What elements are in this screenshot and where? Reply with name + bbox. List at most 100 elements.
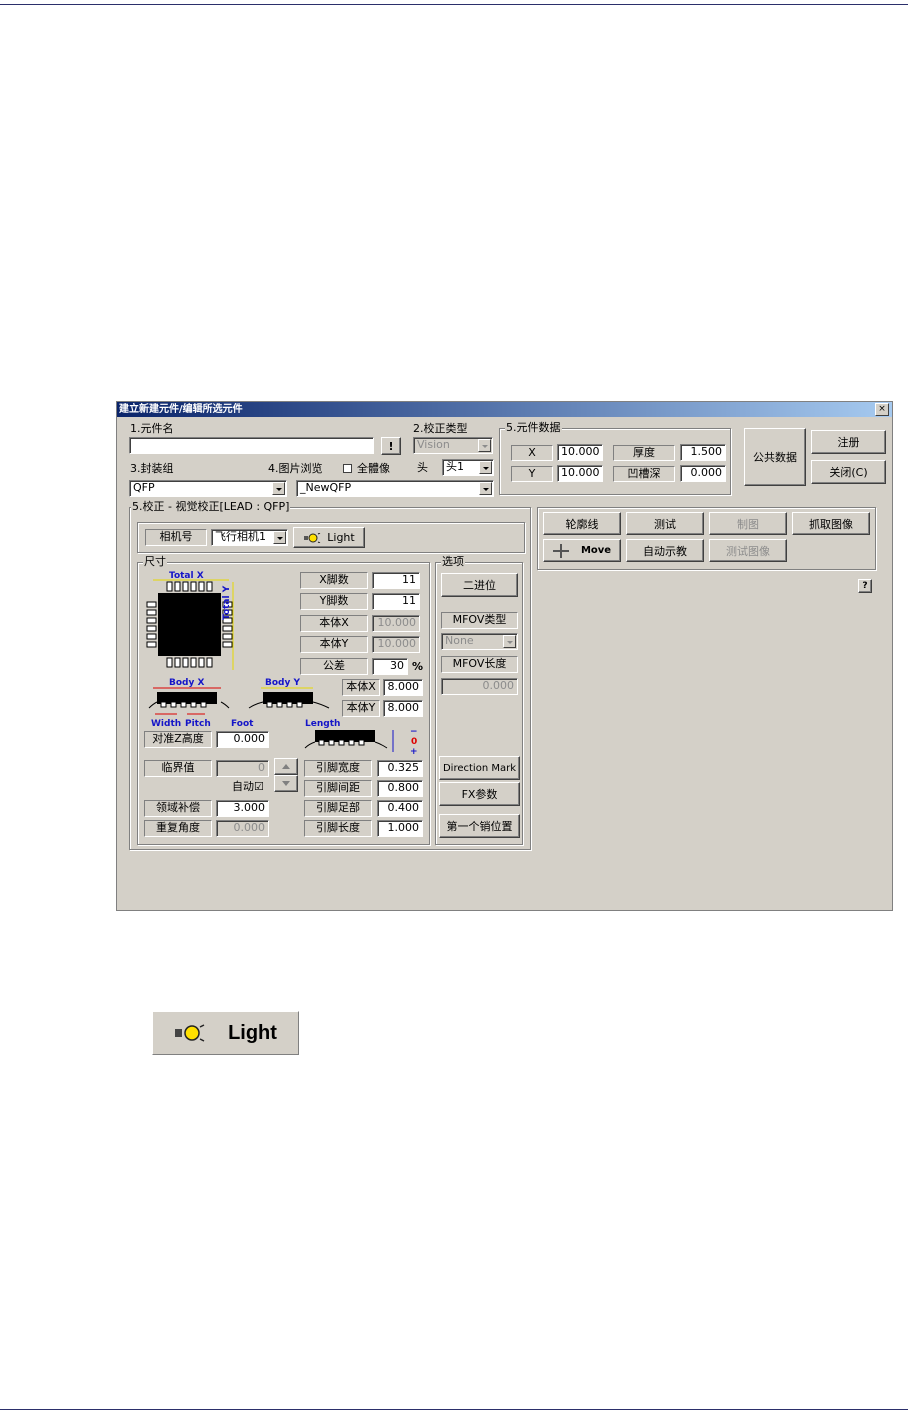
area-comp-label: 领域补偿 [144,800,212,817]
browse-button[interactable]: ! [381,437,401,455]
groove-depth-label: 凹槽深 [613,466,675,482]
mfov-type-select: None [441,633,518,650]
head-select[interactable]: 头1 [442,459,494,476]
tolerance-label: 公差 [300,658,368,675]
calib-type-select: Vision [413,437,493,454]
align-z-label: 对准Z高度 [144,731,212,748]
groove-depth-input[interactable]: 0.000 [680,465,726,482]
thickness-input[interactable]: 1.500 [680,444,726,461]
test-button[interactable]: 测试 [626,512,704,535]
align-z-input[interactable]: 0.000 [216,731,269,748]
body-y2-label: 本体Y [342,700,380,717]
grab-image-button[interactable]: 抓取图像 [792,512,870,535]
lead-pitch-label: 引脚间距 [304,780,372,797]
draw-button[interactable]: 制图 [709,512,787,535]
test-image-button[interactable]: 测试图像 [709,539,787,562]
direction-mark-button[interactable]: Direction Mark [439,756,520,780]
body-y-input: 10.000 [372,636,420,653]
close-icon[interactable]: × [875,403,889,416]
x-input[interactable]: 10.000 [557,444,603,461]
lead-foot-label: 引脚足部 [304,800,372,817]
auto-teach-button[interactable]: 自动示教 [626,539,704,562]
body-x-field-label: 本体X [300,615,368,632]
package-group-select[interactable]: QFP [129,480,287,497]
body-y2-input[interactable]: 8.000 [383,700,423,717]
image-select[interactable]: _NewQFP [296,480,494,497]
binarize-button[interactable]: 二进位 [441,573,518,597]
light-button[interactable]: Light [293,527,365,548]
tolerance-input[interactable]: 30 [372,658,408,675]
y-pins-label: Y脚数 [300,593,368,610]
lead-pitch-input[interactable]: 0.800 [377,780,423,797]
component-editor-window: 建立新建元件/编辑所选元件 × 1.元件名 ! 2.校正类型 Vision 3.… [116,401,893,911]
lead-length-input[interactable]: 1.000 [377,820,423,837]
image-browse-label: 4.图片浏览 [268,462,323,475]
spin-up-button[interactable] [274,758,298,775]
mfov-type-value: None [445,634,474,647]
light-sample-label: Light [228,1021,277,1044]
width-label: Width [151,719,182,729]
light-button-sample[interactable]: Light [152,1011,299,1055]
calib-type-label: 2.校正类型 [413,422,468,435]
mfov-type-label: MFOV类型 [441,612,518,629]
component-data-title: 5.元件数据 [505,421,562,434]
arrow-up-icon [282,764,290,769]
lightbulb-icon [304,532,321,543]
pitch-label: Pitch [185,719,211,729]
package-group-label: 3.封装组 [130,462,174,475]
close-button[interactable]: 关闭(C) [811,460,886,484]
chevron-down-icon[interactable] [273,531,286,544]
head-label: 头 [417,461,428,474]
fx-params-button[interactable]: FX参数 [439,782,520,806]
help-icon[interactable]: ? [858,579,872,593]
chevron-down-icon[interactable] [479,461,492,474]
first-pin-button[interactable]: 第一个销位置 [439,814,520,838]
body-y-field-label: 本体Y [300,636,368,653]
move-icon [552,543,569,558]
threshold-input: 0 [216,760,269,777]
lead-foot-input[interactable]: 0.400 [377,800,423,817]
qfp-side-view-y [248,687,330,709]
y-input[interactable]: 10.000 [557,465,603,482]
spin-down-button[interactable] [274,775,298,792]
chevron-down-icon[interactable] [272,482,285,495]
lead-length-label: 引脚长度 [304,820,372,837]
calib-type-value: Vision [417,438,450,451]
repeat-angle-label: 重复角度 [144,820,212,837]
repeat-angle-input: 0.000 [216,820,269,837]
lead-width-input[interactable]: 0.325 [377,760,423,777]
move-button[interactable]: Move [543,539,621,562]
chevron-down-icon [503,635,516,648]
y-pins-input[interactable]: 11 [372,593,420,610]
x-pins-label: X脚数 [300,572,368,589]
mfov-length-input: 0.000 [441,678,518,695]
tolerance-unit: % [412,660,424,673]
window-title: 建立新建元件/编辑所选元件 [119,404,243,415]
package-group-value: QFP [133,481,155,494]
auto-checkbox[interactable]: 自动☑ [232,780,264,793]
chevron-down-icon[interactable] [479,482,492,495]
register-button[interactable]: 注册 [811,430,886,454]
lead-width-label: 引脚宽度 [304,760,372,777]
total-y-label: Total Y [222,585,232,620]
top-rule [0,4,908,5]
calibration-title: 5.校正 - 视觉校正[LEAD : QFP] [131,500,291,513]
arrow-down-icon [282,781,290,786]
x-pins-input[interactable]: 11 [372,572,420,589]
x-label: X [511,445,553,461]
component-data-group [499,428,731,495]
light-button-label: Light [327,531,355,544]
camera-label: 相机号 [145,529,207,546]
camera-value: 飞行相机1 [215,530,266,543]
area-comp-input[interactable]: 3.000 [216,800,269,817]
component-name-input[interactable] [129,437,374,454]
common-data-button[interactable]: 公共数据 [744,428,806,486]
camera-select[interactable]: 飞行相机1 [211,529,288,546]
full-image-checkbox[interactable] [343,464,352,473]
title-bar: 建立新建元件/编辑所选元件 × [117,402,892,417]
bottom-rule [0,1409,908,1410]
options-title: 选项 [441,555,465,568]
threshold-label: 临界值 [144,760,212,777]
contour-button[interactable]: 轮廓线 [543,512,621,535]
body-x2-input[interactable]: 8.000 [383,679,423,696]
